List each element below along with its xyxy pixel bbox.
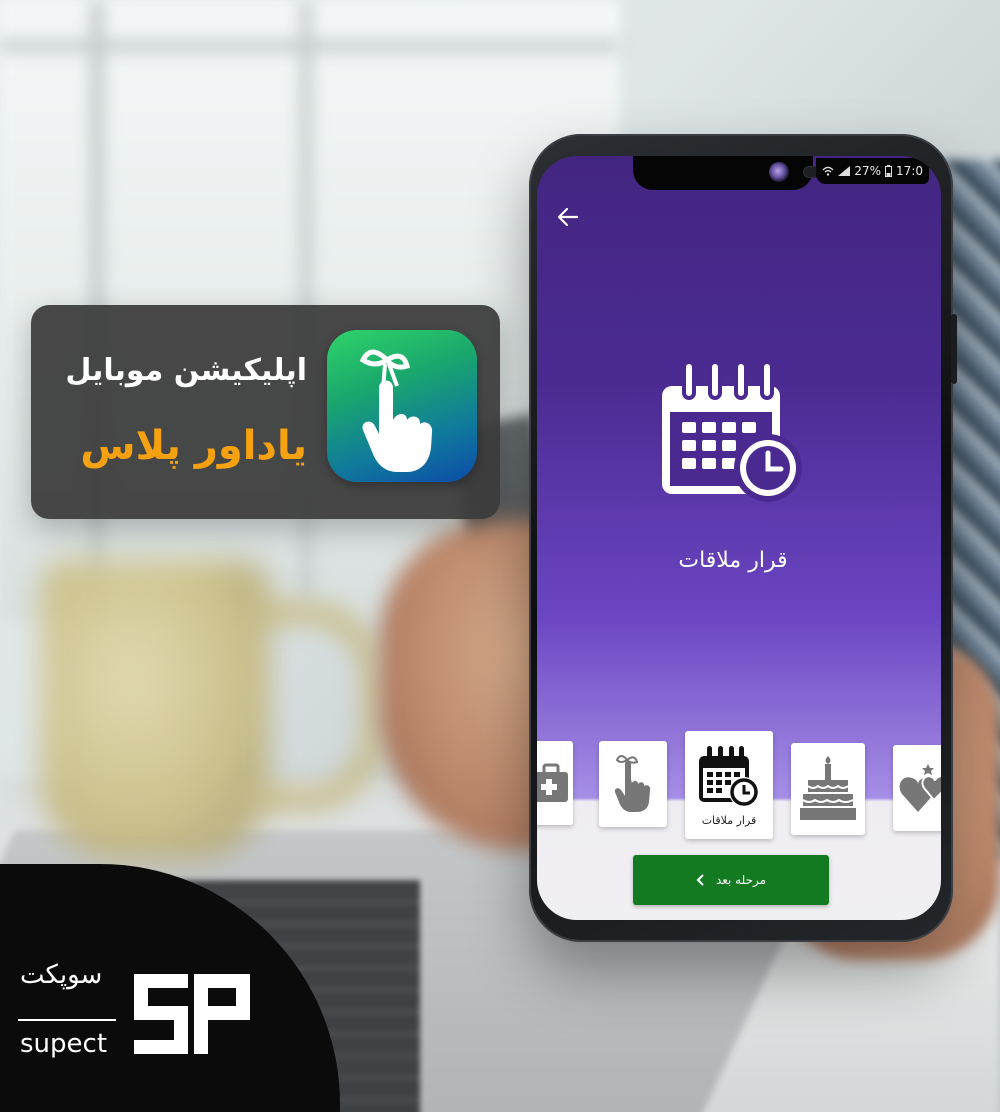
clock-time: 17:0 <box>896 164 923 178</box>
chevron-left-icon <box>696 874 704 886</box>
banner-subtitle: اپلیکیشن موبایل <box>65 353 307 388</box>
category-card-label: قرار ملاقات <box>701 813 757 827</box>
banner-title: یاداور پلاس <box>80 423 307 469</box>
battery-percent: 27% <box>854 164 882 178</box>
first-aid-kit-icon <box>537 763 568 802</box>
status-indicators: 27% 17:0 <box>816 158 929 184</box>
sp-logo-icon <box>134 974 250 1054</box>
phone-screen: 27% 17:0 قرار ملاقات قرار ملاقات مرحله ب… <box>537 156 941 920</box>
phone-side-button <box>951 314 957 384</box>
finger-ribbon-icon <box>614 755 651 812</box>
arrow-left-icon <box>557 207 579 227</box>
finger-ribbon-icon <box>359 349 433 472</box>
category-card-appointment[interactable]: قرار ملاقات <box>685 731 773 839</box>
category-card-love[interactable] <box>893 745 941 831</box>
selected-category-label: قرار ملاقات <box>678 548 788 573</box>
category-card-birthday[interactable] <box>791 743 865 835</box>
brand-divider <box>18 1019 116 1021</box>
next-step-button[interactable]: مرحله بعد <box>633 855 829 905</box>
category-card-reminder[interactable] <box>599 741 667 827</box>
phone-mockup: 27% 17:0 قرار ملاقات قرار ملاقات مرحله ب… <box>529 134 957 942</box>
calendar-clock-icon <box>657 356 807 506</box>
signal-icon <box>838 166 851 176</box>
camera-notch <box>633 156 849 190</box>
category-carousel[interactable]: قرار ملاقات <box>537 731 941 851</box>
birthday-cake-icon <box>800 756 856 820</box>
hearts-icon <box>899 764 941 812</box>
promo-banner: اپلیکیشن موبایل یاداور پلاس <box>31 305 500 519</box>
wifi-icon <box>822 166 834 176</box>
front-camera-icon <box>769 162 789 182</box>
status-bar: 27% 17:0 <box>537 156 941 192</box>
brand-name-english: supect <box>20 1029 108 1059</box>
calendar-clock-icon <box>699 745 759 807</box>
battery-icon <box>885 165 893 177</box>
category-card-first-aid[interactable] <box>537 741 573 825</box>
brand-name-persian: سوپکت <box>20 960 103 990</box>
back-button[interactable] <box>551 200 585 234</box>
app-icon <box>327 330 477 482</box>
next-step-label: مرحله بعد <box>715 873 767 887</box>
